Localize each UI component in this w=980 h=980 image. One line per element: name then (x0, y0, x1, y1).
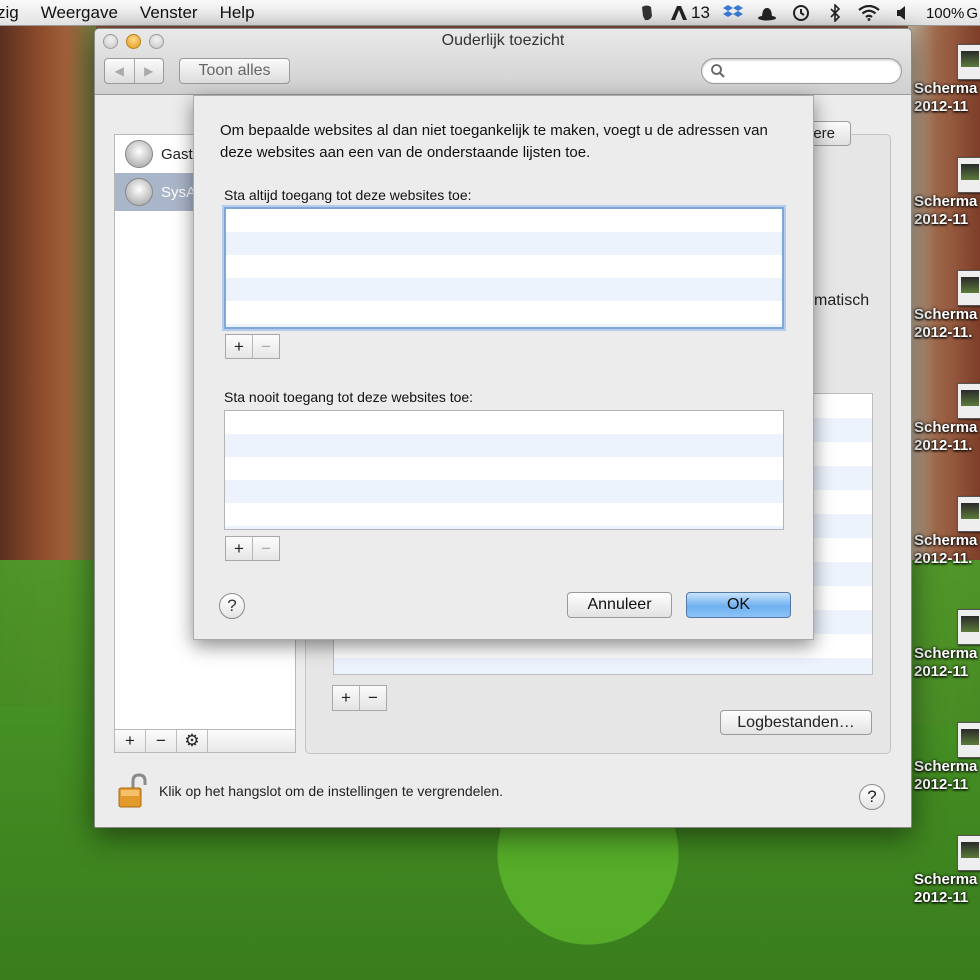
automatic-option-text: matisch (814, 292, 870, 309)
file-name-line2: 2012-11 (914, 211, 969, 228)
hat-icon[interactable] (756, 3, 778, 23)
screenshot-thumbnail-icon (957, 157, 980, 193)
desktop-screenshot-file[interactable]: Scherma 2012-11. (912, 383, 980, 455)
battery-status[interactable]: 100% G (926, 3, 978, 23)
allow-remove-button[interactable]: − (252, 335, 279, 358)
menu-item-weergave[interactable]: Weergave (30, 3, 129, 23)
desktop-screenshot-file[interactable]: Scherma 2012-11 (912, 835, 980, 907)
adobe-updater[interactable]: 13 (670, 3, 710, 23)
gear-icon[interactable]: ⚙ (177, 730, 208, 752)
sheet-help-button[interactable]: ? (219, 593, 245, 619)
menu-item-zig[interactable]: zig (0, 3, 30, 23)
deny-remove-button[interactable]: − (252, 537, 279, 560)
search-icon (711, 64, 725, 78)
file-name-line1: Scherma (914, 645, 978, 662)
screenshot-thumbnail-icon (957, 835, 980, 871)
remove-website-button[interactable]: − (360, 686, 386, 710)
user-name: SysA (161, 183, 197, 201)
adobe-icon (671, 6, 688, 20)
websites-add-remove: + − (332, 685, 387, 711)
screenshot-thumbnail-icon (957, 44, 980, 80)
never-allow-list[interactable] (224, 410, 784, 530)
adobe-count: 13 (691, 3, 710, 22)
screenshot-thumbnail-icon (957, 383, 980, 419)
battery-suffix: G (966, 4, 978, 22)
window-toolbar: Ouderlijk toezicht ◀ ▶ Toon alles (95, 29, 911, 95)
forward-arrow-icon[interactable]: ▶ (135, 59, 164, 83)
screenshot-thumbnail-icon (957, 270, 980, 306)
sheet-intro-text: Om bepaalde websites al dan niet toegank… (220, 122, 768, 161)
bluetooth-icon[interactable] (824, 3, 846, 23)
file-name-line1: Scherma (914, 306, 978, 323)
desktop-screenshot-file[interactable]: Scherma 2012-11. (912, 270, 980, 342)
desktop-screenshot-file[interactable]: Scherma 2012-11 (912, 157, 980, 229)
remove-user-button[interactable]: − (146, 730, 177, 752)
search-field[interactable] (701, 58, 902, 84)
cancel-button[interactable]: Annuleer (567, 592, 672, 618)
padlock-icon[interactable] (117, 773, 149, 809)
file-name-line2: 2012-11. (914, 437, 973, 454)
file-name-line1: Scherma (914, 532, 978, 549)
deny-list-label: Sta nooit toegang tot deze websites toe: (224, 389, 474, 405)
file-name-line1: Scherma (914, 871, 978, 888)
desktop-screenshot-file[interactable]: Scherma 2012-11 (912, 722, 980, 794)
file-name-line2: 2012-11 (914, 776, 969, 793)
help-button[interactable]: ? (859, 784, 885, 810)
add-user-button[interactable]: + (115, 730, 146, 752)
dropbox-icon[interactable] (722, 3, 744, 23)
show-all-button[interactable]: Toon alles (179, 58, 290, 84)
time-machine-icon[interactable] (790, 3, 812, 23)
back-forward-control: ◀ ▶ (104, 58, 164, 84)
menu-item-help[interactable]: Help (209, 3, 266, 23)
file-name-line2: 2012-11. (914, 550, 973, 567)
desktop-screenshot-file[interactable]: Scherma 2012-11 (912, 44, 980, 116)
user-avatar-icon (125, 178, 153, 206)
ok-button[interactable]: OK (686, 592, 791, 618)
volume-icon[interactable] (892, 3, 914, 23)
logs-button[interactable]: Logbestanden… (720, 710, 872, 735)
menu-extras: 13 100% G (636, 0, 980, 26)
user-list-toolbar: + − ⚙ (114, 729, 296, 753)
window-title: Ouderlijk toezicht (441, 32, 565, 49)
menu-item-venster[interactable]: Venster (129, 3, 209, 23)
website-restrictions-sheet: Om bepaalde websites al dan niet toegank… (193, 95, 814, 640)
file-name-line2: 2012-11 (914, 663, 969, 680)
user-name: Gast (161, 145, 193, 163)
battery-percent: 100% (925, 4, 965, 22)
file-name-line1: Scherma (914, 80, 978, 97)
screenshot-thumbnail-icon (957, 722, 980, 758)
lock-text: Klik op het hangslot om de instellingen … (159, 783, 503, 799)
user-avatar-icon (125, 140, 153, 168)
allow-list-add-remove: + − (225, 334, 280, 359)
add-website-button[interactable]: + (333, 686, 360, 710)
desktop-screenshot-file[interactable]: Scherma 2012-11. (912, 496, 980, 568)
menu-bar: zig Weergave Venster Help 13 100% G (0, 0, 980, 26)
desktop-screenshot-file[interactable]: Scherma 2012-11 (912, 609, 980, 681)
deny-list-add-remove: + − (225, 536, 280, 561)
back-arrow-icon[interactable]: ◀ (105, 59, 135, 83)
file-name-line1: Scherma (914, 758, 978, 775)
wifi-icon[interactable] (858, 3, 880, 23)
screenshot-thumbnail-icon (957, 496, 980, 532)
file-name-line2: 2012-11. (914, 324, 973, 341)
file-name-line1: Scherma (914, 193, 978, 210)
allow-list-label: Sta altijd toegang tot deze websites toe… (224, 187, 472, 203)
file-name-line1: Scherma (914, 419, 978, 436)
file-name-line2: 2012-11 (914, 889, 969, 906)
screenshot-thumbnail-icon (957, 609, 980, 645)
allow-add-button[interactable]: + (226, 335, 252, 358)
deny-add-button[interactable]: + (226, 537, 252, 560)
lock-row: Klik op het hangslot om de instellingen … (117, 771, 503, 811)
always-allow-list[interactable] (224, 207, 784, 329)
file-name-line2: 2012-11 (914, 98, 969, 115)
evernote-icon[interactable] (636, 3, 658, 23)
